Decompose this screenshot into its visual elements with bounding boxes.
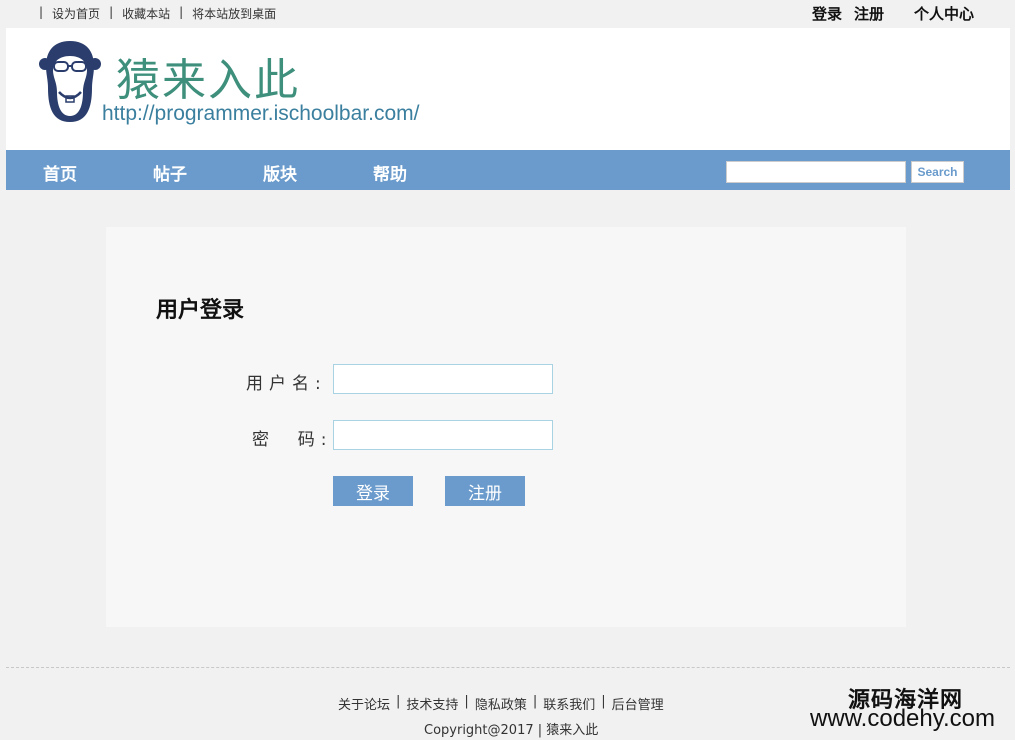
login-button[interactable]: 登录 bbox=[333, 476, 413, 506]
site-url: http://programmer.ischoolbar.com/ bbox=[102, 102, 420, 125]
separator: | bbox=[601, 694, 606, 709]
nav-item-boards[interactable]: 版块 bbox=[263, 160, 297, 185]
separator: | bbox=[179, 5, 184, 19]
separator: | bbox=[109, 5, 114, 19]
footer-link-contact[interactable]: 联系我们 bbox=[543, 694, 595, 713]
auth-links-register: 注册 bbox=[854, 3, 884, 24]
nav-item-home[interactable]: 首页 bbox=[43, 160, 77, 185]
user-center: 个人中心 bbox=[914, 3, 974, 24]
footer-link-about[interactable]: 关于论坛 bbox=[338, 694, 390, 713]
site-header: 猿来入此 http://programmer.ischoolbar.com/ bbox=[6, 28, 1010, 150]
copyright: Copyright@2017 | 猿来入此 bbox=[424, 723, 599, 738]
top-login-link[interactable]: 登录 bbox=[812, 5, 842, 23]
footer-link-privacy[interactable]: 隐私政策 bbox=[475, 694, 527, 713]
search-input[interactable] bbox=[726, 161, 906, 183]
username-label: 用户名: bbox=[246, 374, 327, 394]
separator: | bbox=[39, 5, 44, 19]
nav-item-posts[interactable]: 帖子 bbox=[153, 160, 187, 185]
top-register-link[interactable]: 注册 bbox=[854, 5, 884, 23]
user-center-link[interactable]: 个人中心 bbox=[914, 5, 974, 23]
username-field[interactable] bbox=[333, 364, 553, 394]
desktop-shortcut-link[interactable]: 将本站放到桌面 bbox=[192, 5, 276, 22]
footer-link-admin[interactable]: 后台管理 bbox=[612, 694, 664, 713]
register-button[interactable]: 注册 bbox=[445, 476, 525, 506]
login-heading: 用户登录 bbox=[156, 298, 245, 323]
password-label: 密 码: bbox=[252, 430, 333, 450]
footer-link-support[interactable]: 技术支持 bbox=[406, 694, 458, 713]
monkey-logo-icon[interactable] bbox=[39, 38, 101, 124]
top-bar: | 设为首页 | 收藏本站 | 将本站放到桌面 登录 注册 个人中心 bbox=[0, 0, 1015, 28]
separator: | bbox=[396, 694, 401, 709]
top-links: | 设为首页 | 收藏本站 | 将本站放到桌面 bbox=[30, 5, 276, 22]
bookmark-link[interactable]: 收藏本站 bbox=[122, 5, 170, 22]
login-panel: 用户登录 用户名: 密 码: 登录 注册 bbox=[106, 227, 906, 627]
watermark-url: www.codehy.com bbox=[810, 705, 995, 732]
set-homepage-link[interactable]: 设为首页 bbox=[52, 5, 100, 22]
separator: | bbox=[532, 694, 538, 709]
footer-links: 关于论坛 | 技术支持 | 隐私政策 | 联系我们 | 后台管理 bbox=[338, 694, 664, 713]
main-nav: 首页 帖子 版块 帮助 Search bbox=[6, 150, 1010, 190]
search-button[interactable]: Search bbox=[911, 161, 964, 183]
site-title: 猿来入此 bbox=[116, 55, 300, 106]
separator: | bbox=[464, 694, 469, 709]
footer-divider bbox=[6, 667, 1010, 668]
nav-item-help[interactable]: 帮助 bbox=[373, 160, 407, 185]
password-field[interactable] bbox=[333, 420, 553, 450]
auth-links: 登录 bbox=[812, 3, 842, 24]
